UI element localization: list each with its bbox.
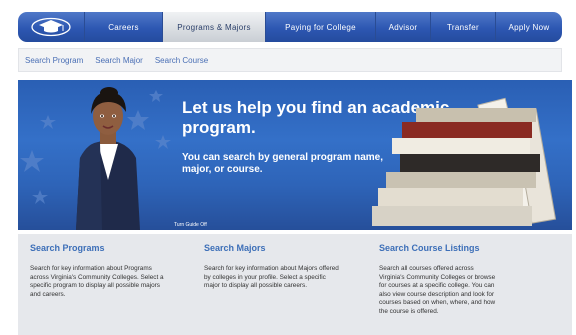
search-majors-link[interactable]: Search Majors [204,243,369,253]
subnav-search-program[interactable]: Search Program [25,56,83,65]
search-programs-link[interactable]: Search Programs [30,243,195,253]
nav-paying-for-college[interactable]: Paying for College [265,12,375,42]
nav-advisor[interactable]: Advisor [375,12,430,42]
subnav-search-course[interactable]: Search Course [155,56,208,65]
hero-banner: Let us help you find an academic program… [18,80,572,230]
search-course-listings-link[interactable]: Search Course Listings [379,243,544,253]
books-illustration [372,97,557,226]
turn-guide-off-link[interactable]: Turn Guide Off [174,222,207,228]
hero-subtitle: You can search by general program name, … [182,152,383,175]
search-options: Search Programs Search for key informati… [18,234,572,335]
nav-programs-majors[interactable]: Programs & Majors [162,12,265,42]
graduation-cap-icon [31,17,71,37]
main-nav: Careers Programs & Majors Paying for Col… [18,12,562,42]
search-programs-description: Search for key information about Program… [30,265,164,298]
nav-apply-now[interactable]: Apply Now [495,12,562,42]
subnav-search-major[interactable]: Search Major [95,56,143,65]
search-majors-description: Search for key information about Majors … [204,265,339,290]
nav-careers[interactable]: Careers [84,12,162,42]
home-logo[interactable] [18,12,84,42]
guide-avatar [76,87,140,230]
sub-nav: Search Program Search Major Search Cours… [18,48,562,72]
nav-transfer[interactable]: Transfer [430,12,495,42]
search-course-listings-description: Search all courses offered across Virgin… [379,265,496,315]
